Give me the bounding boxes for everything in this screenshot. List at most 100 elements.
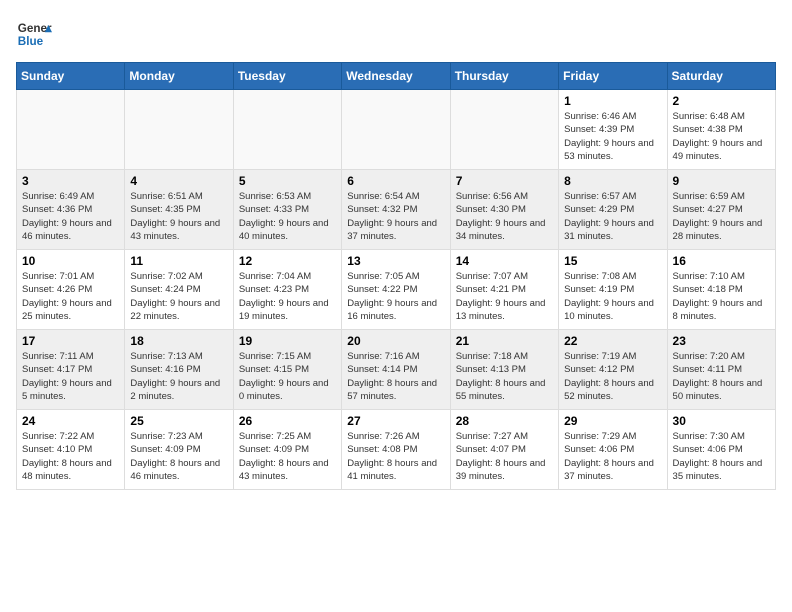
day-info: Sunrise: 6:49 AM Sunset: 4:36 PM Dayligh… [22, 190, 119, 243]
logo-icon: General Blue [16, 16, 52, 52]
weekday-header-wednesday: Wednesday [342, 63, 450, 90]
calendar-cell: 6 Sunrise: 6:54 AM Sunset: 4:32 PM Daylig… [342, 170, 450, 250]
day-info: Sunrise: 6:56 AM Sunset: 4:30 PM Dayligh… [456, 190, 553, 243]
day-number: 24 [22, 414, 119, 428]
calendar-table: SundayMondayTuesdayWednesdayThursdayFrid… [16, 62, 776, 490]
day-info: Sunrise: 7:16 AM Sunset: 4:14 PM Dayligh… [347, 350, 444, 403]
calendar-cell: 22 Sunrise: 7:19 AM Sunset: 4:12 PM Dayli… [559, 330, 667, 410]
day-number: 13 [347, 254, 444, 268]
day-info: Sunrise: 6:53 AM Sunset: 4:33 PM Dayligh… [239, 190, 336, 243]
day-number: 12 [239, 254, 336, 268]
day-info: Sunrise: 7:04 AM Sunset: 4:23 PM Dayligh… [239, 270, 336, 323]
calendar-week-row: 1 Sunrise: 6:46 AM Sunset: 4:39 PM Daylig… [17, 90, 776, 170]
day-number: 10 [22, 254, 119, 268]
weekday-header-sunday: Sunday [17, 63, 125, 90]
calendar-cell: 25 Sunrise: 7:23 AM Sunset: 4:09 PM Dayli… [125, 410, 233, 490]
day-info: Sunrise: 7:01 AM Sunset: 4:26 PM Dayligh… [22, 270, 119, 323]
day-info: Sunrise: 6:57 AM Sunset: 4:29 PM Dayligh… [564, 190, 661, 243]
day-info: Sunrise: 7:15 AM Sunset: 4:15 PM Dayligh… [239, 350, 336, 403]
calendar-cell: 7 Sunrise: 6:56 AM Sunset: 4:30 PM Daylig… [450, 170, 558, 250]
svg-text:Blue: Blue [18, 35, 44, 48]
weekday-header-saturday: Saturday [667, 63, 775, 90]
day-number: 27 [347, 414, 444, 428]
calendar-cell: 2Sunrise: 6:48 AM Sunset: 4:38 PM Daylig… [667, 90, 775, 170]
day-number: 28 [456, 414, 553, 428]
calendar-cell: 9 Sunrise: 6:59 AM Sunset: 4:27 PM Daylig… [667, 170, 775, 250]
day-number: 21 [456, 334, 553, 348]
day-number: 9 [673, 174, 770, 188]
day-info: Sunrise: 7:27 AM Sunset: 4:07 PM Dayligh… [456, 430, 553, 483]
calendar-cell: 27 Sunrise: 7:26 AM Sunset: 4:08 PM Dayli… [342, 410, 450, 490]
calendar-cell: 1 Sunrise: 6:46 AM Sunset: 4:39 PM Daylig… [559, 90, 667, 170]
calendar-cell: 28 Sunrise: 7:27 AM Sunset: 4:07 PM Dayli… [450, 410, 558, 490]
day-info: Sunrise: 7:10 AM Sunset: 4:18 PM Dayligh… [673, 270, 770, 323]
day-number: 7 [456, 174, 553, 188]
weekday-header-tuesday: Tuesday [233, 63, 341, 90]
day-info: Sunrise: 7:07 AM Sunset: 4:21 PM Dayligh… [456, 270, 553, 323]
calendar-cell: 10 Sunrise: 7:01 AM Sunset: 4:26 PM Dayli… [17, 250, 125, 330]
calendar-cell: 24 Sunrise: 7:22 AM Sunset: 4:10 PM Dayli… [17, 410, 125, 490]
day-number: 18 [130, 334, 227, 348]
day-info: Sunrise: 6:51 AM Sunset: 4:35 PM Dayligh… [130, 190, 227, 243]
calendar-cell: 30Sunrise: 7:30 AM Sunset: 4:06 PM Dayli… [667, 410, 775, 490]
calendar-cell: 26 Sunrise: 7:25 AM Sunset: 4:09 PM Dayli… [233, 410, 341, 490]
day-number: 8 [564, 174, 661, 188]
calendar-cell: 18 Sunrise: 7:13 AM Sunset: 4:16 PM Dayli… [125, 330, 233, 410]
calendar-cell: 17Sunrise: 7:11 AM Sunset: 4:17 PM Dayli… [17, 330, 125, 410]
day-number: 25 [130, 414, 227, 428]
calendar-week-row: 24 Sunrise: 7:22 AM Sunset: 4:10 PM Dayli… [17, 410, 776, 490]
day-info: Sunrise: 6:48 AM Sunset: 4:38 PM Dayligh… [673, 110, 770, 163]
day-info: Sunrise: 7:05 AM Sunset: 4:22 PM Dayligh… [347, 270, 444, 323]
calendar-cell: 23 Sunrise: 7:20 AM Sunset: 4:11 PM Dayli… [667, 330, 775, 410]
day-info: Sunrise: 7:02 AM Sunset: 4:24 PM Dayligh… [130, 270, 227, 323]
day-number: 1 [564, 94, 661, 108]
day-info: Sunrise: 6:46 AM Sunset: 4:39 PM Dayligh… [564, 110, 661, 163]
day-info: Sunrise: 7:26 AM Sunset: 4:08 PM Dayligh… [347, 430, 444, 483]
weekday-header-thursday: Thursday [450, 63, 558, 90]
day-info: Sunrise: 7:23 AM Sunset: 4:09 PM Dayligh… [130, 430, 227, 483]
calendar-cell [233, 90, 341, 170]
calendar-cell [125, 90, 233, 170]
day-number: 29 [564, 414, 661, 428]
day-info: Sunrise: 7:20 AM Sunset: 4:11 PM Dayligh… [673, 350, 770, 403]
day-info: Sunrise: 7:11 AM Sunset: 4:17 PM Dayligh… [22, 350, 119, 403]
day-number: 15 [564, 254, 661, 268]
calendar-cell: 16 Sunrise: 7:10 AM Sunset: 4:18 PM Dayli… [667, 250, 775, 330]
day-number: 6 [347, 174, 444, 188]
calendar-cell [17, 90, 125, 170]
day-number: 22 [564, 334, 661, 348]
day-info: Sunrise: 7:08 AM Sunset: 4:19 PM Dayligh… [564, 270, 661, 323]
calendar-cell: 15 Sunrise: 7:08 AM Sunset: 4:19 PM Dayli… [559, 250, 667, 330]
day-number: 19 [239, 334, 336, 348]
calendar-cell: 14 Sunrise: 7:07 AM Sunset: 4:21 PM Dayli… [450, 250, 558, 330]
day-number: 20 [347, 334, 444, 348]
calendar-cell: 20 Sunrise: 7:16 AM Sunset: 4:14 PM Dayli… [342, 330, 450, 410]
calendar-cell [342, 90, 450, 170]
day-info: Sunrise: 7:25 AM Sunset: 4:09 PM Dayligh… [239, 430, 336, 483]
page-header: General Blue [16, 16, 776, 52]
day-number: 11 [130, 254, 227, 268]
day-info: Sunrise: 7:30 AM Sunset: 4:06 PM Dayligh… [673, 430, 770, 483]
day-info: Sunrise: 6:59 AM Sunset: 4:27 PM Dayligh… [673, 190, 770, 243]
day-number: 23 [673, 334, 770, 348]
day-info: Sunrise: 7:22 AM Sunset: 4:10 PM Dayligh… [22, 430, 119, 483]
day-number: 16 [673, 254, 770, 268]
calendar-cell: 3 Sunrise: 6:49 AM Sunset: 4:36 PM Daylig… [17, 170, 125, 250]
day-info: Sunrise: 7:13 AM Sunset: 4:16 PM Dayligh… [130, 350, 227, 403]
calendar-cell: 4Sunrise: 6:51 AM Sunset: 4:35 PM Daylig… [125, 170, 233, 250]
logo: General Blue [16, 16, 52, 52]
calendar-cell: 19 Sunrise: 7:15 AM Sunset: 4:15 PM Dayli… [233, 330, 341, 410]
calendar-header-row: SundayMondayTuesdayWednesdayThursdayFrid… [17, 63, 776, 90]
day-info: Sunrise: 6:54 AM Sunset: 4:32 PM Dayligh… [347, 190, 444, 243]
calendar-cell: 29 Sunrise: 7:29 AM Sunset: 4:06 PM Dayli… [559, 410, 667, 490]
day-info: Sunrise: 7:19 AM Sunset: 4:12 PM Dayligh… [564, 350, 661, 403]
calendar-cell: 8 Sunrise: 6:57 AM Sunset: 4:29 PM Daylig… [559, 170, 667, 250]
day-info: Sunrise: 7:29 AM Sunset: 4:06 PM Dayligh… [564, 430, 661, 483]
day-number: 26 [239, 414, 336, 428]
day-number: 3 [22, 174, 119, 188]
weekday-header-friday: Friday [559, 63, 667, 90]
calendar-cell: 21Sunrise: 7:18 AM Sunset: 4:13 PM Dayli… [450, 330, 558, 410]
calendar-week-row: 17Sunrise: 7:11 AM Sunset: 4:17 PM Dayli… [17, 330, 776, 410]
weekday-header-monday: Monday [125, 63, 233, 90]
day-number: 14 [456, 254, 553, 268]
